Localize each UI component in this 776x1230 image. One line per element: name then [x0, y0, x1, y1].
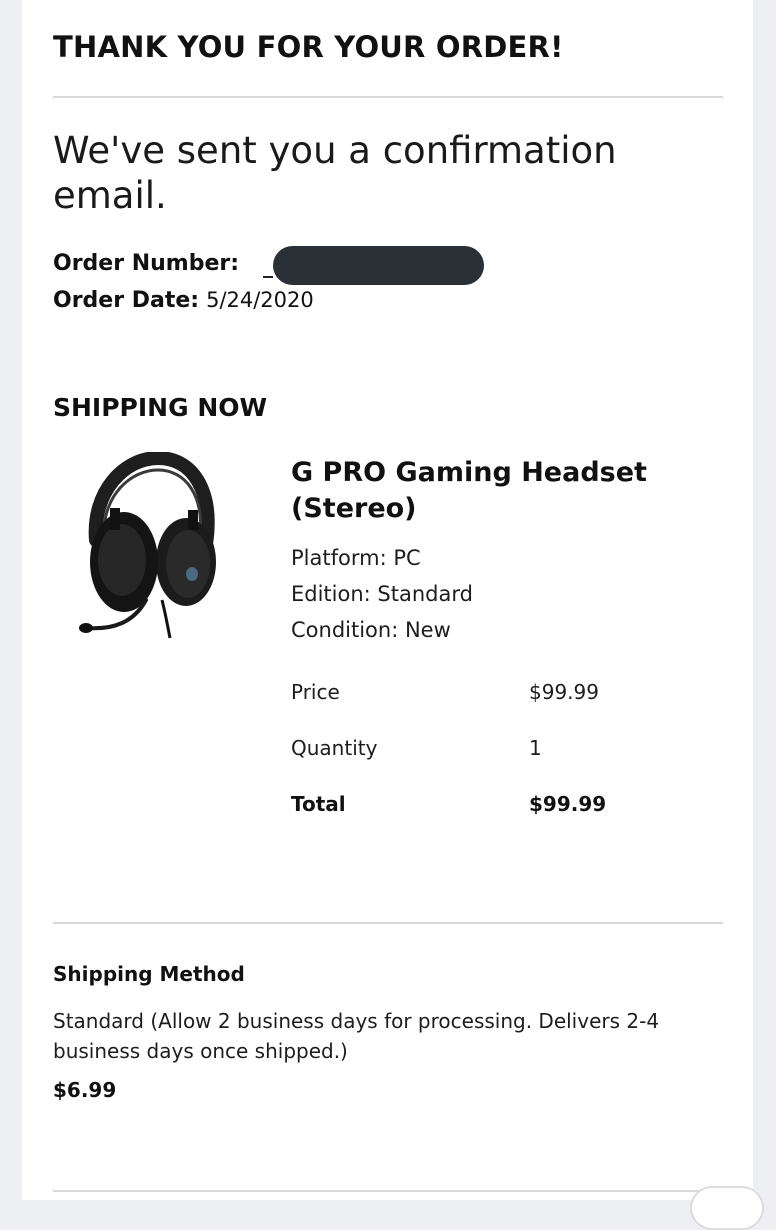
total-value: $99.99: [529, 792, 607, 816]
product-name[interactable]: G PRO Gaming Headset (Stereo): [291, 455, 711, 527]
floating-button[interactable]: [690, 1186, 764, 1230]
product-platform: Platform: PC: [291, 546, 421, 570]
order-date-row: Order Date: 5/24/2020: [53, 288, 314, 313]
headset-image: [79, 452, 216, 639]
quantity-value: 1: [529, 736, 542, 760]
order-number-label: Order Number:: [53, 251, 240, 276]
price-value: $99.99: [529, 680, 599, 704]
page-title: THANK YOU FOR YOUR ORDER!: [53, 30, 564, 64]
order-date-label: Order Date:: [53, 288, 200, 313]
shipping-method-price: $6.99: [53, 1078, 117, 1102]
divider: [53, 1190, 723, 1192]
price-label: Price: [291, 680, 340, 704]
divider: [53, 922, 723, 924]
product-edition: Edition: Standard: [291, 582, 473, 606]
shipping-now-title: SHIPPING NOW: [53, 393, 268, 422]
order-number-row: Order Number:: [53, 251, 239, 276]
divider: [53, 96, 723, 98]
product-condition: Condition: New: [291, 618, 451, 642]
confirmation-message: We've sent you a confirmation email.: [53, 129, 617, 217]
shipping-method-description: Standard (Allow 2 business days for proc…: [53, 1009, 660, 1063]
redaction-bar: [273, 246, 484, 285]
order-confirmation-card: THANK YOU FOR YOUR ORDER! We've sent you…: [22, 0, 753, 1200]
shipping-method-title: Shipping Method: [53, 962, 245, 986]
total-label: Total: [291, 792, 346, 816]
order-number-value: [263, 254, 273, 278]
quantity-label: Quantity: [291, 736, 378, 760]
order-date-value: 5/24/2020: [206, 288, 314, 312]
